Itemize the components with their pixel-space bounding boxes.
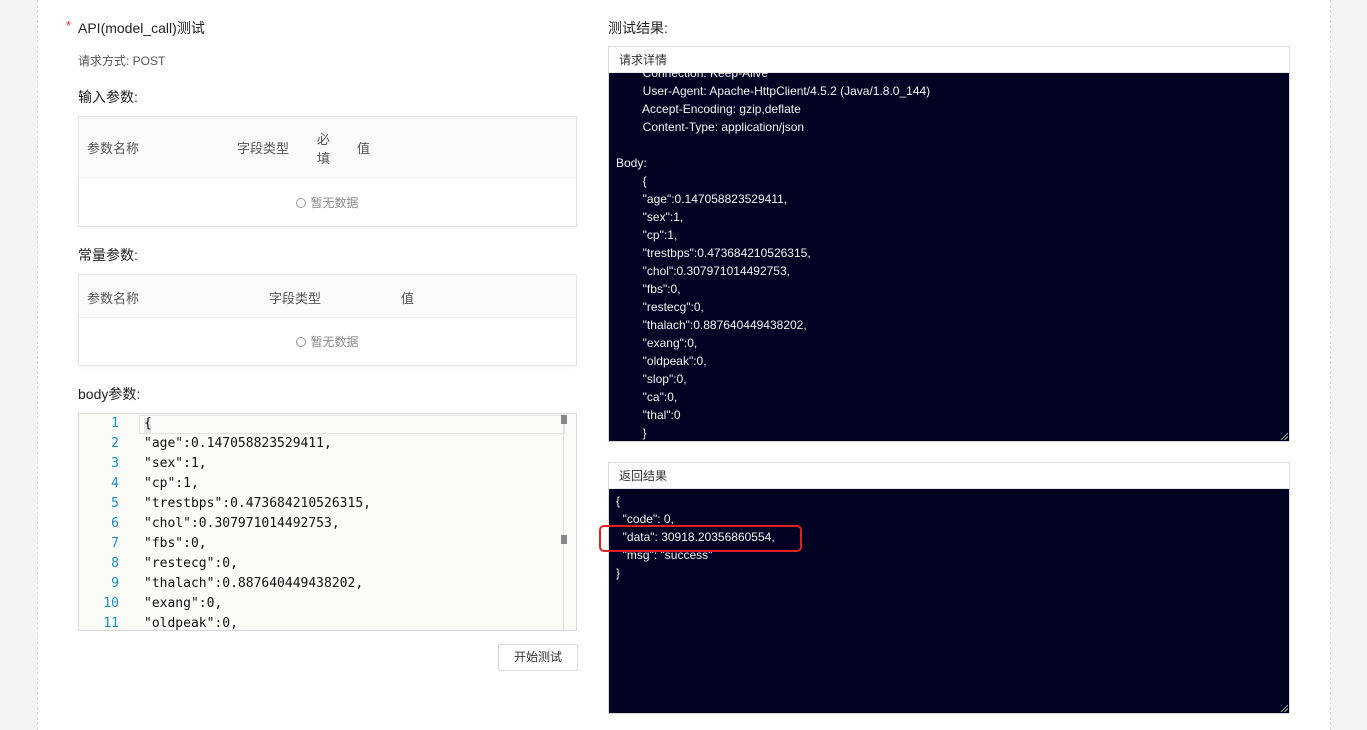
empty-state: 暂无数据	[79, 318, 576, 366]
editor-line[interactable]: 11 "oldpeak":0,	[79, 614, 576, 631]
return-result-title: 返回结果	[609, 463, 1289, 489]
resize-handle-icon[interactable]	[1281, 433, 1288, 440]
editor-line[interactable]: 4 "cp":1,	[79, 474, 576, 494]
start-test-button[interactable]: 开始测试	[498, 644, 578, 671]
output-line: {	[616, 174, 647, 188]
table-header: 参数名称 字段类型 必 填 值	[79, 117, 576, 178]
col-type: 字段类型	[237, 141, 290, 156]
col-value: 值	[401, 291, 415, 306]
line-code: "fbs":0,	[144, 536, 207, 551]
line-code: "cp":1,	[144, 476, 199, 491]
output-line: Connection: Keep-Alive	[616, 73, 769, 80]
line-code: "oldpeak":0,	[144, 616, 238, 631]
editor-line[interactable]: 9 "thalach":0.887640449438202,	[79, 574, 576, 594]
output-line: "thalach":0.887640449438202,	[616, 318, 807, 332]
empty-face-icon	[296, 337, 307, 347]
input-params-table: 参数名称 字段类型 必 填 值 暂无数据	[78, 116, 577, 227]
line-code: "chol":0.307971014492753,	[144, 516, 340, 531]
line-code: "exang":0,	[144, 596, 223, 611]
empty-face-icon	[296, 198, 307, 208]
editor-line[interactable]: 6 "chol":0.307971014492753,	[79, 514, 576, 534]
col-type: 字段类型	[269, 291, 322, 306]
table-header: 参数名称 字段类型 值	[79, 275, 576, 318]
editor-line[interactable]: 7 "fbs":0,	[79, 534, 576, 554]
line-number: 7	[111, 536, 119, 551]
line-code: "restecg":0,	[144, 556, 238, 571]
const-params-table: 参数名称 字段类型 值 暂无数据	[78, 274, 577, 366]
output-line: "exang":0,	[616, 336, 698, 350]
test-result-title: 测试结果:	[608, 20, 668, 36]
request-method: 请求方式: POST	[78, 54, 166, 68]
output-line: "cp":1,	[616, 228, 678, 242]
col-value: 值	[357, 141, 371, 156]
line-number: 5	[111, 496, 119, 511]
output-line: "oldpeak":0,	[616, 354, 707, 368]
output-line: Body:	[616, 156, 647, 170]
editor-line[interactable]: 2 "age":0.147058823529411,	[79, 434, 576, 454]
data-highlight-box	[599, 525, 802, 552]
output-line: }	[616, 426, 647, 440]
line-number: 2	[111, 436, 119, 451]
body-params-title: body参数:	[78, 386, 141, 402]
output-line: "trestbps":0.473684210526315,	[616, 246, 811, 260]
line-number: 11	[103, 616, 119, 631]
line-code: "trestbps":0.473684210526315,	[144, 496, 371, 511]
line-number: 10	[103, 596, 119, 611]
editor-line[interactable]: 3 "sex":1,	[79, 454, 576, 474]
col-name: 参数名称	[87, 291, 140, 306]
output-line: Content-Type: application/json	[616, 120, 805, 134]
col-name: 参数名称	[87, 141, 140, 156]
empty-text: 暂无数据	[310, 335, 359, 349]
output-line: "slop":0,	[616, 372, 687, 386]
line-number: 4	[111, 476, 119, 491]
input-params-title: 输入参数:	[78, 89, 138, 105]
output-line: "thal":0	[616, 408, 681, 422]
editor-line[interactable]: 10 "exang":0,	[79, 594, 576, 614]
resize-handle-icon[interactable]	[1281, 705, 1288, 712]
editor-line[interactable]: 8 "restecg":0,	[79, 554, 576, 574]
output-line: "ca":0,	[616, 390, 678, 404]
output-line: "sex":1,	[616, 210, 684, 224]
line-number: 3	[111, 456, 119, 471]
line-number: 1	[111, 416, 119, 431]
output-line: "age":0.147058823529411,	[616, 192, 788, 206]
line-code: {	[144, 416, 152, 431]
required-star: *	[66, 18, 72, 33]
line-number: 8	[111, 556, 119, 571]
line-code: "thalach":0.887640449438202,	[144, 576, 364, 591]
editor-line[interactable]: 5 "trestbps":0.473684210526315,	[79, 494, 576, 514]
output-line: "restecg":0,	[616, 300, 704, 314]
col-required-1: 必	[317, 132, 331, 147]
result-line: {	[616, 494, 621, 508]
line-code: "sex":1,	[144, 456, 207, 471]
line-code: "age":0.147058823529411,	[144, 436, 332, 451]
output-line: "chol":0.307971014492753,	[616, 264, 790, 278]
editor-line[interactable]: 1{	[79, 414, 576, 434]
col-required-2: 填	[317, 151, 331, 166]
request-detail-output[interactable]: Connection: Keep-Alive User-Agent: Apach…	[609, 73, 1289, 441]
return-result-panel: 返回结果 { "code": 0, "data": 30918.20356860…	[608, 462, 1290, 714]
body-code-editor[interactable]: 1{2 "age":0.147058823529411, 3 "sex":1, 4 "cp…	[78, 413, 577, 631]
return-result-output[interactable]: { "code": 0, "data": 30918.20356860554, …	[609, 489, 1289, 713]
empty-text: 暂无数据	[310, 196, 359, 210]
result-line: }	[616, 566, 621, 580]
line-number: 9	[111, 576, 119, 591]
empty-state: 暂无数据	[79, 178, 576, 228]
output-line: User-Agent: Apache-HttpClient/4.5.2 (Jav…	[616, 84, 931, 98]
line-number: 6	[111, 516, 119, 531]
request-detail-title: 请求详情	[609, 47, 1289, 73]
output-line: "fbs":0,	[616, 282, 681, 296]
api-label: API(model_call)测试	[78, 20, 205, 36]
output-line: Accept-Encoding: gzip,deflate	[616, 102, 801, 116]
request-detail-panel: 请求详情 Connection: Keep-Alive User-Agent: …	[608, 46, 1290, 442]
const-params-title: 常量参数:	[78, 247, 138, 263]
